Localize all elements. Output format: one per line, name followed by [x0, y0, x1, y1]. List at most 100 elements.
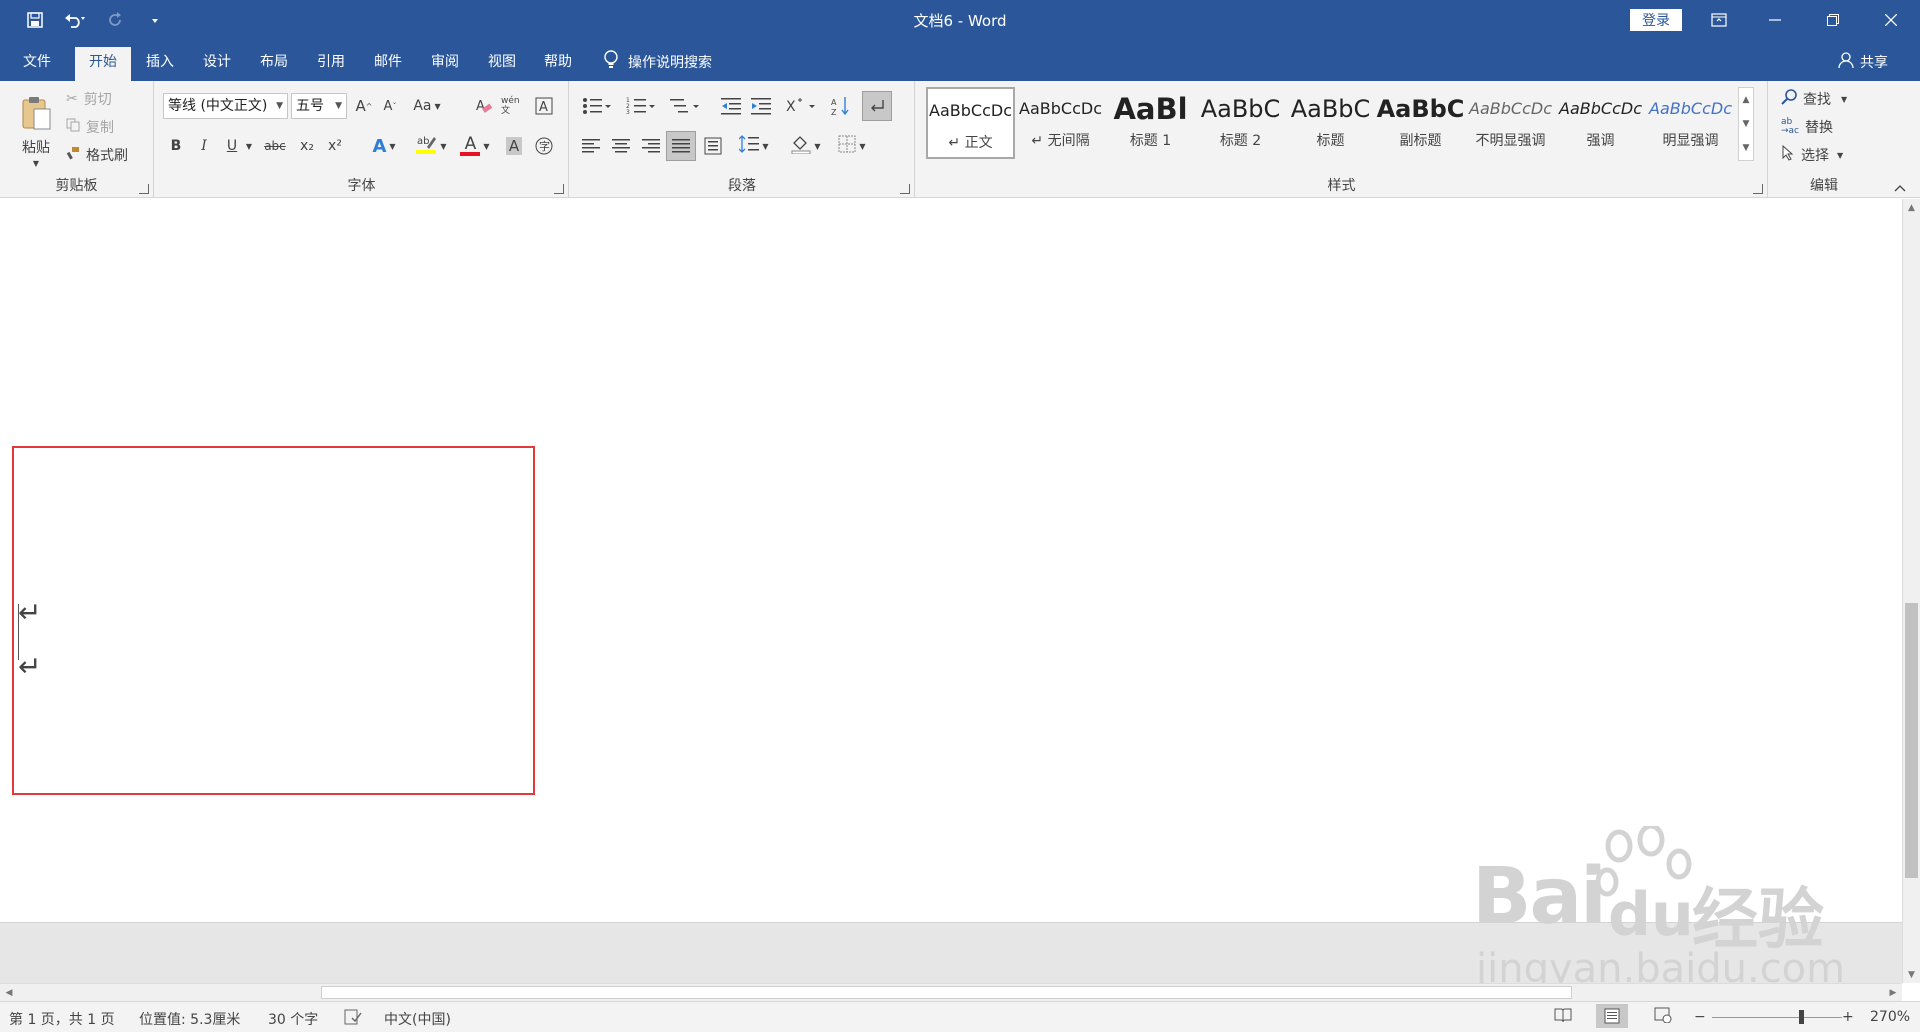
- print-layout-icon[interactable]: [1596, 1004, 1628, 1028]
- shading-button[interactable]: ▼: [786, 133, 826, 159]
- font-size-combo[interactable]: 五号 ▼: [291, 93, 347, 119]
- word-count[interactable]: 30 个字: [268, 1009, 318, 1029]
- tab-mailings[interactable]: 邮件: [363, 47, 413, 81]
- line-spacing-button[interactable]: ▼: [734, 133, 774, 159]
- styles-gallery-scroll[interactable]: ▲ ▼ ▼: [1738, 87, 1754, 161]
- tab-design[interactable]: 设计: [192, 47, 242, 81]
- increase-indent-icon[interactable]: [748, 93, 774, 119]
- clipboard-launcher-icon[interactable]: [139, 184, 149, 194]
- vertical-scroll-thumb[interactable]: [1905, 603, 1918, 878]
- character-border-icon[interactable]: A: [533, 93, 555, 119]
- multilevel-list-icon[interactable]: [666, 93, 704, 119]
- style-item-heading-2[interactable]: AaBbC 标题 2: [1196, 87, 1285, 159]
- text-effects-button[interactable]: A ▼: [367, 133, 401, 159]
- tell-me-search[interactable]: 操作说明搜索: [604, 47, 712, 77]
- zoom-slider-track[interactable]: [1712, 1017, 1842, 1018]
- chevron-up-icon[interactable]: ▲: [1743, 95, 1750, 105]
- language-indicator[interactable]: 中文(中国): [384, 1009, 451, 1029]
- italic-button[interactable]: I: [193, 133, 215, 159]
- collapse-ribbon-icon[interactable]: [1892, 181, 1908, 195]
- zoom-out-button[interactable]: −: [1694, 1009, 1706, 1025]
- align-center-icon[interactable]: [608, 133, 634, 159]
- read-mode-icon[interactable]: [1554, 1007, 1572, 1027]
- paste-button[interactable]: 粘贴 ▼: [14, 89, 58, 173]
- zoom-in-button[interactable]: +: [1842, 1009, 1854, 1025]
- align-right-icon[interactable]: [638, 133, 664, 159]
- style-item-heading-1[interactable]: AaBl 标题 1: [1106, 87, 1195, 159]
- share-button[interactable]: 共享: [1838, 47, 1888, 77]
- zoom-slider-thumb[interactable]: [1799, 1010, 1804, 1024]
- styles-launcher-icon[interactable]: [1753, 184, 1763, 194]
- style-item-subtle-emphasis[interactable]: AaBbCcDc 不明显强调: [1466, 87, 1555, 159]
- find-button[interactable]: 查找 ▼: [1781, 87, 1847, 111]
- document-area[interactable]: ↵ ↵: [0, 199, 1902, 922]
- shrink-font-icon[interactable]: Aˇ: [379, 93, 401, 119]
- tab-view[interactable]: 视图: [477, 47, 527, 81]
- borders-button[interactable]: ▼: [832, 133, 872, 159]
- vertical-position[interactable]: 位置值: 5.3厘米: [139, 1009, 240, 1029]
- bullets-icon[interactable]: [578, 93, 616, 119]
- phonetic-guide-icon[interactable]: wén 文: [501, 93, 527, 119]
- style-item-no-spacing[interactable]: AaBbCcDc ↵ 无间隔: [1016, 87, 1105, 159]
- bold-button[interactable]: B: [165, 133, 187, 159]
- underline-dropdown-icon[interactable]: ▼: [243, 133, 255, 159]
- decrease-indent-icon[interactable]: [718, 93, 744, 119]
- superscript-button[interactable]: x²: [323, 133, 347, 159]
- format-painter-button[interactable]: 格式刷: [66, 143, 128, 167]
- style-item-emphasis[interactable]: AaBbCcDc 强调: [1556, 87, 1645, 159]
- sort-icon[interactable]: AZ: [828, 93, 854, 119]
- zoom-level[interactable]: 270%: [1870, 1009, 1910, 1025]
- font-color-button[interactable]: A ▼: [455, 133, 495, 159]
- character-shading-icon[interactable]: A: [503, 133, 525, 159]
- scroll-up-icon[interactable]: ▲: [1903, 199, 1920, 216]
- ribbon-display-icon[interactable]: [1690, 0, 1748, 40]
- web-layout-icon[interactable]: [1654, 1007, 1672, 1027]
- change-case-button[interactable]: Aa ▼: [409, 93, 445, 119]
- more-styles-icon[interactable]: ▼: [1743, 143, 1750, 153]
- grow-font-icon[interactable]: A ^: [353, 93, 375, 119]
- page-count[interactable]: 第 1 页，共 1 页: [9, 1009, 115, 1029]
- select-button[interactable]: 选择 ▼: [1781, 143, 1843, 167]
- distributed-icon[interactable]: [700, 133, 726, 159]
- scroll-left-icon[interactable]: ◀: [0, 984, 18, 1001]
- tab-references[interactable]: 引用: [306, 47, 356, 81]
- style-item-title[interactable]: AaBbC 标题: [1286, 87, 1375, 159]
- tab-help[interactable]: 帮助: [533, 47, 583, 81]
- style-item-subtitle[interactable]: AaBbC 副标题: [1376, 87, 1465, 159]
- scroll-down-icon[interactable]: ▼: [1903, 966, 1920, 983]
- underline-button[interactable]: U: [221, 133, 243, 159]
- enclose-characters-icon[interactable]: 字: [531, 133, 557, 159]
- copy-button[interactable]: 复制: [66, 115, 114, 139]
- align-left-icon[interactable]: [578, 133, 604, 159]
- cut-button[interactable]: ✂ 剪切: [66, 87, 112, 111]
- save-icon[interactable]: [22, 8, 48, 32]
- replace-button[interactable]: ab →ac 替换: [1781, 115, 1833, 139]
- show-formatting-marks-icon[interactable]: [862, 91, 892, 121]
- justify-icon[interactable]: [666, 131, 696, 161]
- redo-icon[interactable]: [102, 8, 128, 32]
- style-item-intense-emphasis[interactable]: AaBbCcDc 明显强调: [1646, 87, 1735, 159]
- numbering-icon[interactable]: 123: [622, 93, 660, 119]
- tab-home[interactable]: 开始: [75, 47, 131, 81]
- chevron-down-icon[interactable]: ▼: [1743, 119, 1750, 129]
- proofing-icon[interactable]: [344, 1009, 362, 1029]
- undo-icon[interactable]: [62, 8, 88, 32]
- paragraph-launcher-icon[interactable]: [900, 184, 910, 194]
- clear-formatting-icon[interactable]: A: [473, 93, 495, 119]
- customize-icon[interactable]: [142, 8, 168, 32]
- subscript-button[interactable]: x₂: [295, 133, 319, 159]
- style-item-normal[interactable]: AaBbCcDc ↵ 正文: [926, 87, 1015, 159]
- tab-layout[interactable]: 布局: [249, 47, 299, 81]
- login-button[interactable]: 登录: [1630, 9, 1682, 31]
- vertical-scrollbar[interactable]: ▲ ▼: [1902, 199, 1920, 983]
- scroll-right-icon[interactable]: ▶: [1884, 984, 1902, 1001]
- strikethrough-button[interactable]: abc: [261, 133, 289, 159]
- minimize-icon[interactable]: [1746, 0, 1804, 40]
- font-launcher-icon[interactable]: [554, 184, 564, 194]
- horizontal-scrollbar[interactable]: ◀ ▶: [0, 983, 1902, 1001]
- tab-file[interactable]: 文件: [6, 47, 68, 81]
- close-icon[interactable]: [1862, 0, 1920, 40]
- tab-review[interactable]: 审阅: [420, 47, 470, 81]
- horizontal-scroll-thumb[interactable]: [321, 986, 1572, 999]
- tab-insert[interactable]: 插入: [135, 47, 185, 81]
